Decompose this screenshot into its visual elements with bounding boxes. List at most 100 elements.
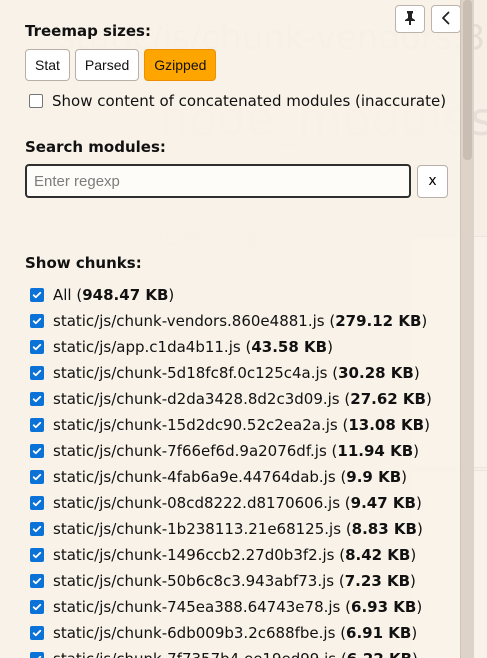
chunk-size: 279.12 KB [335, 312, 422, 330]
sidebar-scrollbar-thumb[interactable] [463, 0, 472, 160]
chunk-label: static/js/chunk-7f7357b4.ee19ed99.js (6.… [53, 650, 418, 658]
chunk-checkbox[interactable] [30, 470, 44, 484]
chunk-size: 8.42 KB [345, 546, 411, 564]
chunk-size-close-paren: ) [412, 650, 418, 658]
chunk-checkbox[interactable] [30, 444, 44, 458]
stat-size-button[interactable]: Stat [25, 49, 70, 81]
chunk-label: static/js/chunk-5d18fc8f.0c125c4a.js (30… [53, 364, 420, 382]
concatenated-modules-label: Show content of concatenated modules (in… [52, 92, 447, 110]
chunk-list-item[interactable]: static/js/chunk-7f7357b4.ee19ed99.js (6.… [30, 646, 460, 658]
chunk-size-close-paren: ) [421, 312, 428, 330]
chunk-label: All (948.47 KB) [53, 286, 174, 304]
chunk-list-item[interactable]: static/js/chunk-50b6c8c3.943abf73.js (7.… [30, 568, 460, 594]
chevron-left-icon [439, 10, 453, 29]
sidebar-panel: Treemap sizes: Stat Parsed Gzipped Show … [0, 0, 474, 658]
show-chunks-title: Show chunks: [25, 254, 142, 272]
collapse-sidebar-button[interactable] [431, 5, 461, 33]
chunk-size-close-paren: ) [413, 442, 419, 460]
chunk-label: static/js/chunk-4fab6a9e.44764dab.js (9.… [53, 468, 407, 486]
concatenated-modules-option[interactable]: Show content of concatenated modules (in… [29, 92, 446, 110]
chunk-label: static/js/chunk-1b238113.21e68125.js (8.… [53, 520, 423, 538]
chunk-size-close-paren: ) [415, 494, 422, 512]
chunk-size: 13.08 KB [348, 416, 425, 434]
chunk-list-item[interactable]: static/js/chunk-4fab6a9e.44764dab.js (9.… [30, 464, 460, 490]
chunk-label: static/js/app.c1da4b11.js (43.58 KB) [53, 338, 333, 356]
chunk-name: static/js/chunk-50b6c8c3.943abf73.js [53, 572, 335, 590]
chunk-list-item[interactable]: static/js/chunk-5d18fc8f.0c125c4a.js (30… [30, 360, 460, 386]
chunk-checkbox[interactable] [30, 652, 44, 658]
chunk-checkbox[interactable] [30, 600, 44, 614]
chunk-size: 30.28 KB [338, 364, 414, 382]
treemap-size-buttons: Stat Parsed Gzipped [25, 49, 217, 81]
chunk-size-close-paren: ) [416, 598, 423, 616]
chunk-list-item[interactable]: static/js/chunk-1496ccb2.27d0b3f2.js (8.… [30, 542, 460, 568]
chunk-list-item[interactable]: static/js/chunk-6db009b3.2c688fbe.js (6.… [30, 620, 460, 646]
chunk-size-close-paren: ) [327, 338, 333, 356]
search-modules-row: x [25, 164, 448, 198]
chunk-list: All (948.47 KB) static/js/chunk-vendors.… [30, 282, 460, 658]
chunk-size-close-paren: ) [410, 572, 416, 590]
chunk-checkbox[interactable] [30, 340, 44, 354]
chunk-name: static/js/chunk-6db009b3.2c688fbe.js [53, 624, 336, 642]
chunk-checkbox[interactable] [30, 366, 44, 380]
chunk-size: 11.94 KB [337, 442, 414, 460]
chunk-size: 8.83 KB [351, 520, 417, 538]
chunk-name: static/js/chunk-1496ccb2.27d0b3f2.js [53, 546, 335, 564]
chunk-checkbox[interactable] [30, 392, 44, 406]
chunk-checkbox[interactable] [30, 418, 44, 432]
chunk-name: static/js/chunk-vendors.860e4881.js [53, 312, 325, 330]
chunk-label: static/js/chunk-08cd8222.d8170606.js (9.… [53, 494, 422, 512]
chunk-list-item[interactable]: static/js/chunk-7f66ef6d.9a2076df.js (11… [30, 438, 460, 464]
sidebar-scrollbar[interactable] [460, 0, 474, 658]
chunk-name: static/js/chunk-1b238113.21e68125.js [53, 520, 342, 538]
gzipped-size-button[interactable]: Gzipped [144, 49, 217, 81]
concatenated-modules-checkbox[interactable] [29, 94, 43, 108]
pin-icon [403, 10, 417, 29]
chunk-size-close-paren: ) [424, 416, 430, 434]
chunk-label: static/js/chunk-7f66ef6d.9a2076df.js (11… [53, 442, 419, 460]
chunk-list-item[interactable]: static/js/chunk-d2da3428.8d2c3d09.js (27… [30, 386, 460, 412]
chunk-label: static/js/chunk-6db009b3.2c688fbe.js (6.… [53, 624, 417, 642]
chunk-checkbox[interactable] [30, 314, 44, 328]
pin-button[interactable] [395, 5, 425, 33]
chunk-size-close-paren: ) [416, 520, 423, 538]
chunk-list-item[interactable]: static/js/chunk-745ea388.64743e78.js (6.… [30, 594, 460, 620]
chunk-size-close-paren: ) [410, 546, 417, 564]
chunk-size: 948.47 KB [82, 286, 169, 304]
chunk-name: All [53, 286, 72, 304]
chunk-size: 27.62 KB [350, 390, 426, 408]
chunk-name: static/js/chunk-745ea388.64743e78.js [53, 598, 341, 616]
chunk-name: static/js/chunk-4fab6a9e.44764dab.js [53, 468, 336, 486]
sidebar-controls [395, 5, 461, 33]
chunk-checkbox[interactable] [30, 522, 44, 536]
chunk-list-item[interactable]: static/js/chunk-vendors.860e4881.js (279… [30, 308, 460, 334]
chunk-size-close-paren: ) [168, 286, 175, 304]
chunk-list-item[interactable]: static/js/app.c1da4b11.js (43.58 KB) [30, 334, 460, 360]
search-modules-title: Search modules: [25, 138, 166, 156]
chunk-name: static/js/chunk-d2da3428.8d2c3d09.js [53, 390, 340, 408]
chunk-checkbox[interactable] [30, 626, 44, 640]
treemap-sizes-title: Treemap sizes: [25, 22, 151, 40]
chunk-size: 6.93 KB [351, 598, 417, 616]
chunk-checkbox[interactable] [30, 574, 44, 588]
chunk-size: 9.47 KB [350, 494, 416, 512]
chunk-size-close-paren: ) [413, 364, 420, 382]
chunk-list-item[interactable]: static/js/chunk-15d2dc90.52c2ea2a.js (13… [30, 412, 460, 438]
chunk-size: 6.91 KB [346, 624, 412, 642]
chunk-name: static/js/chunk-15d2dc90.52c2ea2a.js [53, 416, 338, 434]
chunk-list-item-all[interactable]: All (948.47 KB) [30, 282, 460, 308]
chunk-checkbox[interactable] [30, 548, 44, 562]
chunk-size: 9.9 KB [346, 468, 402, 486]
clear-search-button[interactable]: x [417, 164, 448, 198]
chunk-label: static/js/chunk-745ea388.64743e78.js (6.… [53, 598, 422, 616]
chunk-size-close-paren: ) [401, 468, 408, 486]
chunk-list-item[interactable]: static/js/chunk-1b238113.21e68125.js (8.… [30, 516, 460, 542]
chunk-checkbox[interactable] [30, 496, 44, 510]
chunk-checkbox[interactable] [30, 288, 44, 302]
search-input[interactable] [25, 164, 411, 198]
chunk-size-close-paren: ) [426, 390, 432, 408]
chunk-list-item[interactable]: static/js/chunk-08cd8222.d8170606.js (9.… [30, 490, 460, 516]
parsed-size-button[interactable]: Parsed [74, 49, 140, 81]
chunk-label: static/js/chunk-vendors.860e4881.js (279… [53, 312, 427, 330]
chunk-name: static/js/app.c1da4b11.js [53, 338, 241, 356]
